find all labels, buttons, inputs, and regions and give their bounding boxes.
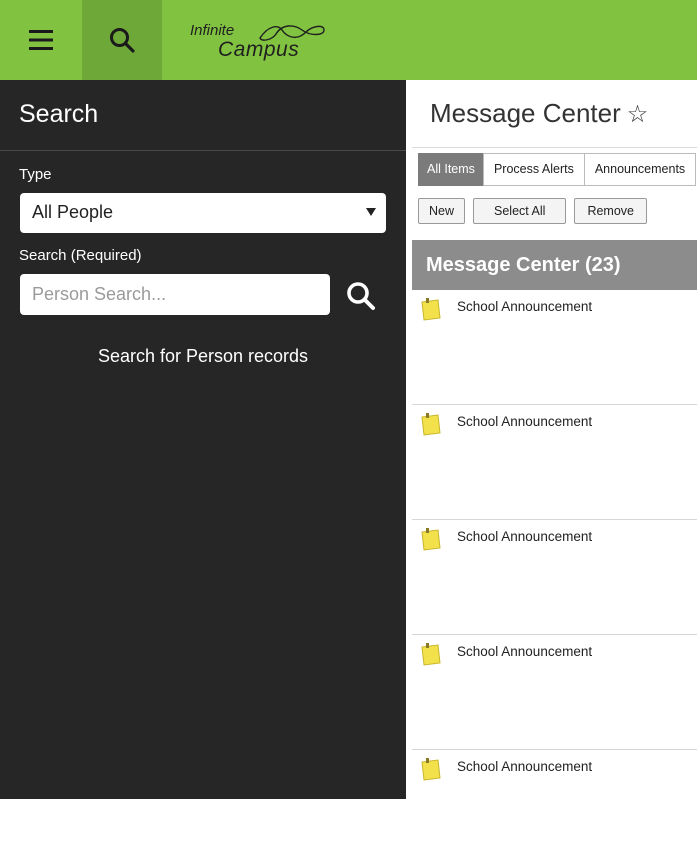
message-list-header: Message Center (23) xyxy=(412,240,697,290)
favorite-star-icon[interactable]: ☆ xyxy=(627,101,649,128)
logo-text-campus: Campus xyxy=(218,38,300,61)
message-actions: New Select All Remove xyxy=(418,198,697,226)
sidebar-divider xyxy=(0,150,406,151)
message-item[interactable]: School Announcement xyxy=(412,405,697,520)
top-bar: Infinite Campus xyxy=(0,0,697,80)
message-item[interactable]: School Announcement xyxy=(412,750,697,864)
type-label: Type xyxy=(19,166,52,183)
message-list: School Announcement School Announcement … xyxy=(412,290,697,864)
sticky-note-icon xyxy=(421,643,441,666)
search-hint-text: Search for Person records xyxy=(97,346,309,366)
sticky-note-icon xyxy=(421,528,441,551)
logo-text-infinite: Infinite xyxy=(190,22,235,39)
hamburger-icon xyxy=(29,30,53,50)
person-search-input[interactable] xyxy=(20,274,330,315)
message-tabs: All Items Process Alerts Announcements xyxy=(418,153,697,186)
message-item[interactable]: School Announcement xyxy=(412,290,697,405)
search-icon xyxy=(110,28,135,53)
message-subject: School Announcement xyxy=(457,414,593,429)
page-title-text: Message Center xyxy=(430,98,621,128)
sticky-note-icon xyxy=(421,758,441,781)
tab-all-items[interactable]: All Items xyxy=(418,153,484,186)
search-submit-icon[interactable] xyxy=(344,279,378,313)
message-center-panel: Message Center ☆ All Items Process Alerts A… xyxy=(412,80,697,799)
menu-button[interactable] xyxy=(0,0,82,80)
search-toggle-button[interactable] xyxy=(82,0,162,80)
sidebar-title: Search xyxy=(19,100,99,128)
dropdown-caret-icon xyxy=(366,208,376,216)
message-subject: School Announcement xyxy=(457,529,593,544)
page-title: Message Center ☆ xyxy=(430,98,648,129)
sticky-note-icon xyxy=(421,413,441,436)
search-sidebar: Search Type All People Search (Required)… xyxy=(0,80,406,799)
tab-process-alerts[interactable]: Process Alerts xyxy=(482,153,585,186)
tab-announcements[interactable]: Announcements xyxy=(583,153,697,186)
select-all-button[interactable]: Select All xyxy=(473,198,567,224)
new-button[interactable]: New xyxy=(418,198,466,224)
infinite-campus-logo[interactable]: Infinite Campus xyxy=(190,20,340,64)
message-item[interactable]: School Announcement xyxy=(412,635,697,750)
message-subject: School Announcement xyxy=(457,759,593,774)
type-select[interactable]: All People xyxy=(20,193,386,233)
search-required-label: Search (Required) xyxy=(19,247,142,264)
type-select-value: All People xyxy=(32,202,114,222)
remove-button[interactable]: Remove xyxy=(574,198,647,224)
title-divider xyxy=(412,147,697,148)
sticky-note-icon xyxy=(421,298,441,321)
message-subject: School Announcement xyxy=(457,299,593,314)
message-subject: School Announcement xyxy=(457,644,593,659)
message-item[interactable]: School Announcement xyxy=(412,520,697,635)
